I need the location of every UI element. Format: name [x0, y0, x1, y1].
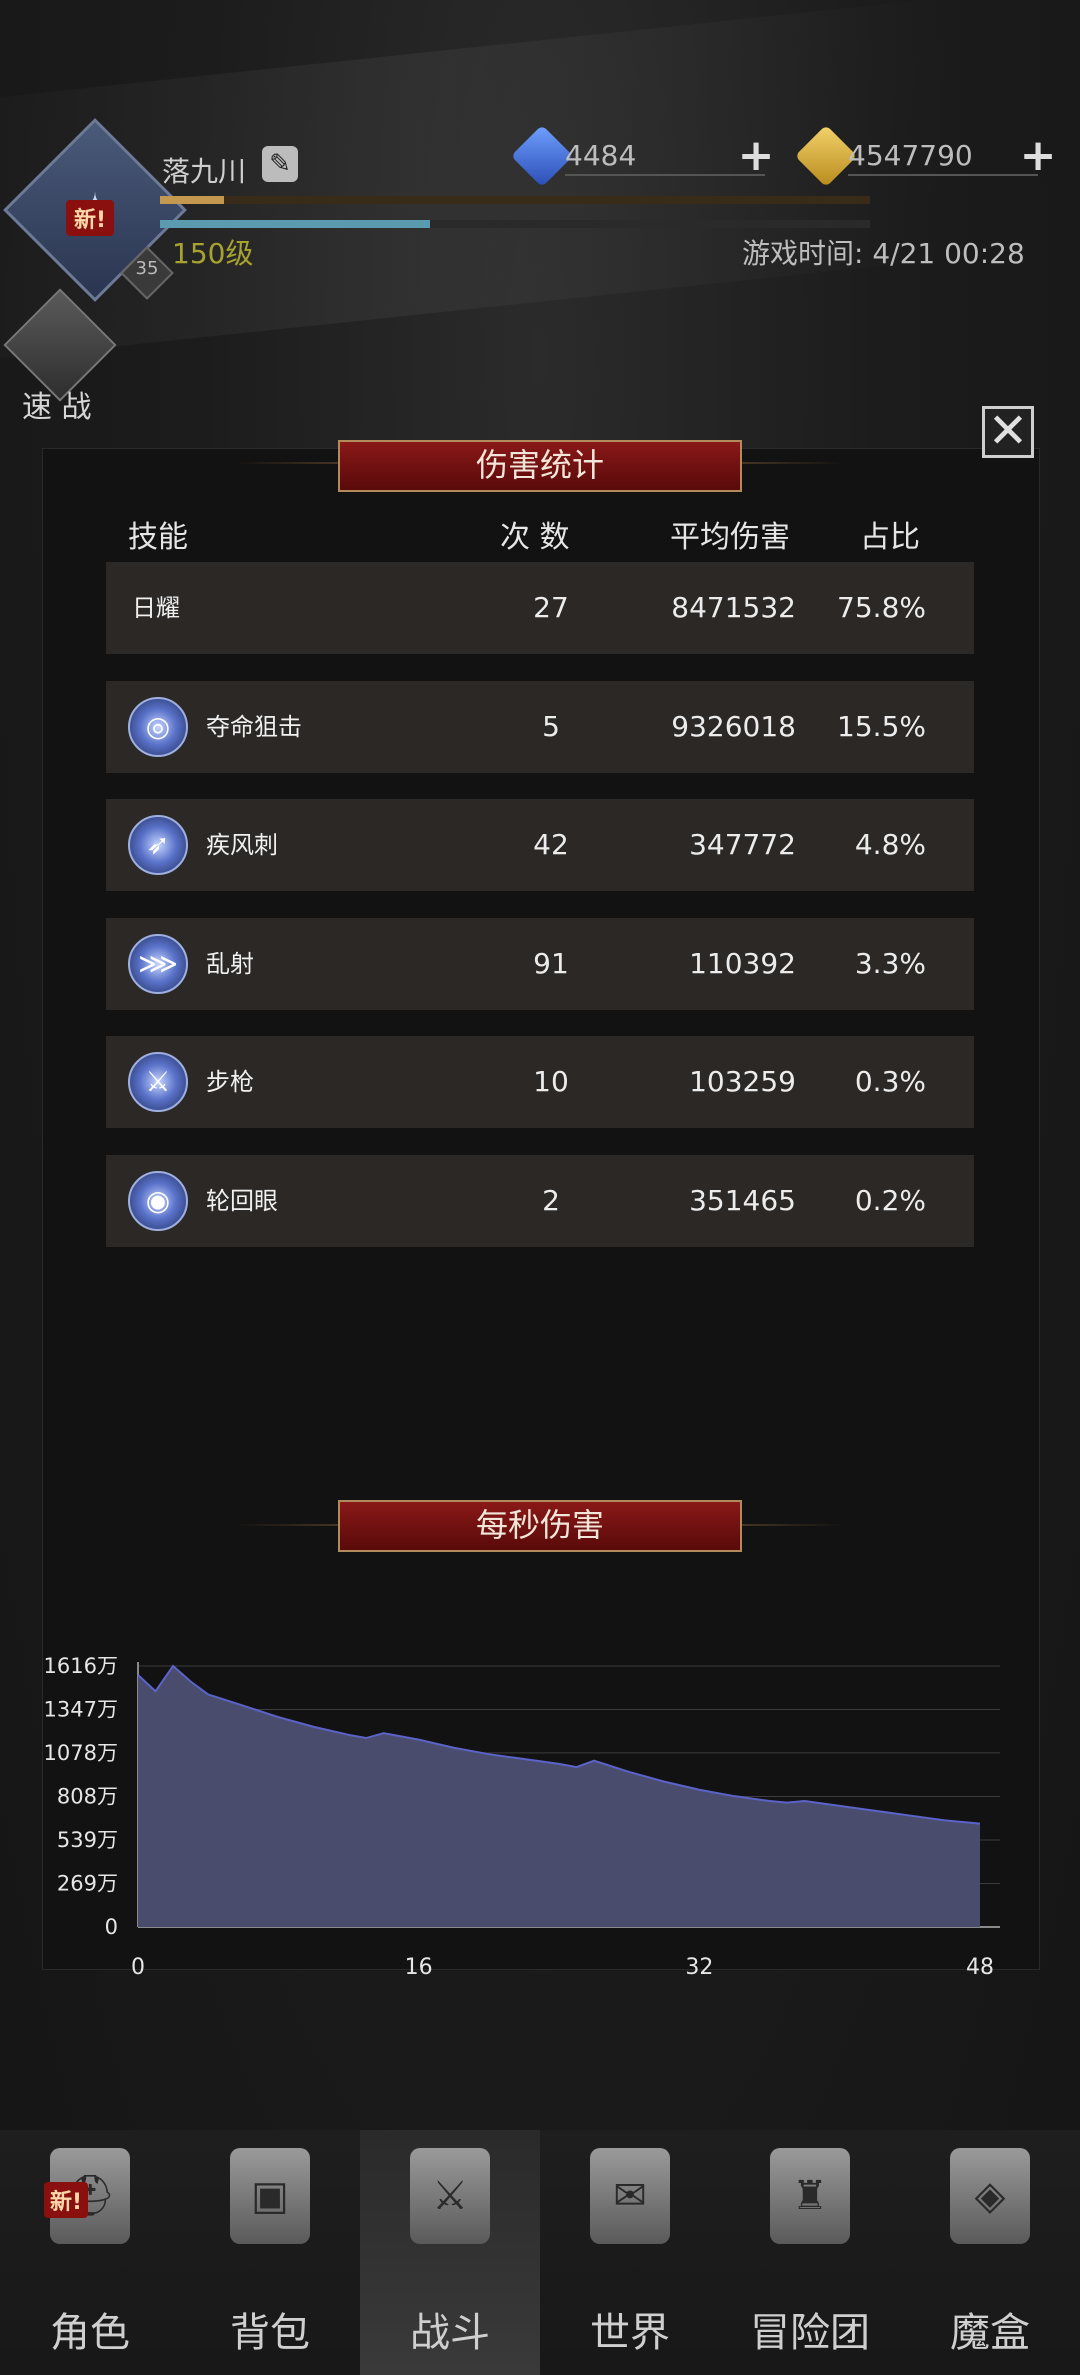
magic-cube-icon: ◈ — [950, 2148, 1030, 2244]
nav-label: 战斗 — [410, 2310, 490, 2356]
x-tick-label: 0 — [131, 1955, 145, 1980]
y-tick-label: 269万 — [57, 1872, 118, 1896]
y-tick-label: 0 — [105, 1915, 118, 1939]
nav-label: 角色 — [50, 2310, 130, 2356]
castle-icon: ♜ — [770, 2148, 850, 2244]
y-tick-label: 539万 — [57, 1828, 118, 1852]
nav-item-magic-cube[interactable]: ◈ 魔盒 — [900, 2130, 1080, 2375]
nav-item-shield-sword[interactable]: ⚔ 战斗 — [360, 2130, 540, 2375]
dps-chart: 0 269万 539万 808万 1078万 1347万 1616万 0 16 32 48 — [44, 1654, 1000, 1980]
y-tick-label: 1078万 — [44, 1741, 118, 1765]
nav-item-castle[interactable]: ♜ 冒险团 — [720, 2130, 900, 2375]
backpack-icon: ▣ — [230, 2148, 310, 2244]
nav-label: 世界 — [590, 2310, 670, 2356]
x-tick-label: 16 — [405, 1955, 433, 1980]
x-tick-label: 32 — [685, 1955, 713, 1980]
y-tick-label: 1347万 — [44, 1697, 118, 1721]
x-tick-label: 48 — [966, 1955, 994, 1980]
nav-label: 背包 — [230, 2310, 310, 2356]
map-scroll-icon: ✉ — [590, 2148, 670, 2244]
shield-sword-icon: ⚔ — [410, 2148, 490, 2244]
nav-label: 魔盒 — [950, 2310, 1030, 2356]
nav-label: 冒险团 — [750, 2310, 870, 2356]
nav-item-helmet[interactable]: ⛑ 新! 角色 — [0, 2130, 180, 2375]
nav-item-backpack[interactable]: ▣ 背包 — [180, 2130, 360, 2375]
nav-item-map-scroll[interactable]: ✉ 世界 — [540, 2130, 720, 2375]
y-tick-label: 808万 — [57, 1785, 118, 1809]
y-tick-label: 1616万 — [44, 1654, 118, 1678]
nav-new-badge: 新! — [44, 2182, 89, 2218]
